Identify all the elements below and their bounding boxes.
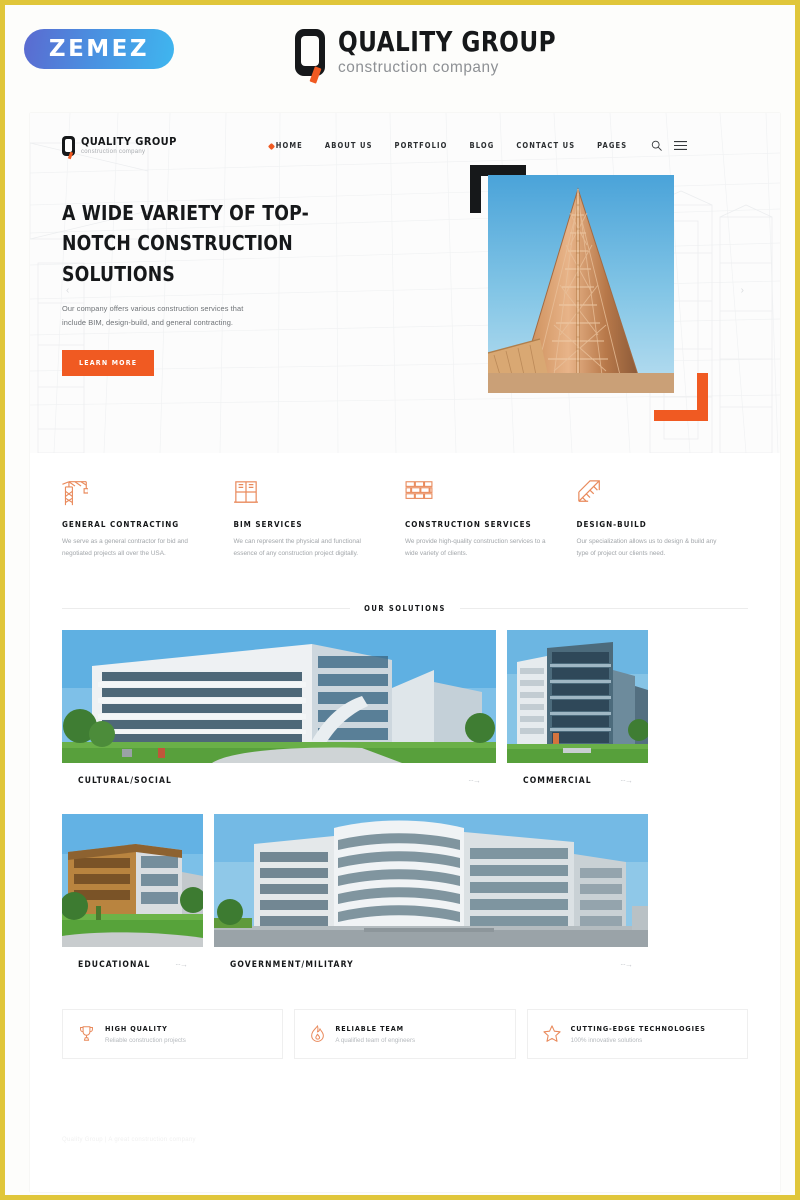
- feature-title: CUTTING-EDGE TECHNOLOGIES: [570, 1023, 706, 1033]
- brand-header: QUALITY GROUP construction company: [295, 25, 575, 84]
- navigation-bar: QUALITY GROUP construction company HOME …: [30, 113, 780, 160]
- hero-title: A WIDE VARIETY OF TOP-NOTCH CONSTRUCTION…: [62, 201, 309, 286]
- nav-logo[interactable]: QUALITY GROUP construction company: [62, 135, 177, 160]
- solution-card-commercial[interactable]: COMMERCIAL ···→: [507, 629, 648, 803]
- card-arrow-icon[interactable]: ···→: [620, 960, 633, 969]
- service-title: GENERAL CONTRACTING: [62, 520, 180, 529]
- website-preview: QUALITY GROUP construction company HOME …: [30, 113, 780, 1192]
- features-section: HIGH QUALITY Reliable construction proje…: [30, 1008, 780, 1059]
- learn-more-button[interactable]: LEARN MORE: [62, 349, 155, 376]
- service-item-bim-services[interactable]: BIM SERVICES We can represent the physic…: [233, 479, 406, 560]
- section-title: OUR SOLUTIONS: [364, 603, 446, 613]
- nav-item-home[interactable]: HOME: [269, 141, 303, 150]
- quality-group-logo-icon-small: [62, 136, 75, 160]
- solution-card-cultural-social[interactable]: CULTURAL/SOCIAL ···→: [62, 629, 496, 803]
- services-section: GENERAL CONTRACTING We serve as a genera…: [30, 467, 780, 560]
- trophy-icon: [80, 1026, 93, 1041]
- zemez-logo[interactable]: ZEMEZ: [24, 29, 174, 69]
- footer-text: Quality Group | A great construction com…: [62, 1136, 196, 1143]
- card-title: GOVERNMENT/MILITARY: [230, 959, 354, 970]
- nav-brand-name: QUALITY GROUP: [81, 135, 177, 148]
- service-text: We serve as a general contractor for bid…: [62, 538, 188, 557]
- service-title: BIM SERVICES: [233, 520, 303, 529]
- nav-item-pages[interactable]: PAGES: [597, 141, 627, 150]
- flame-icon: [311, 1025, 325, 1043]
- card-arrow-icon[interactable]: ···→: [175, 960, 188, 969]
- card-title: COMMERCIAL: [523, 775, 592, 786]
- card-photo: [62, 813, 203, 947]
- service-item-design-build[interactable]: DESIGN-BUILD Our specialization allows u…: [577, 479, 749, 560]
- card-photo: [62, 629, 496, 763]
- card-arrow-icon[interactable]: ···→: [620, 776, 633, 785]
- solutions-row-1: CULTURAL/SOCIAL ···→ COMMERCIAL ···→: [62, 629, 748, 803]
- nav-menu: HOME ABOUT US PORTFOLIO BLOG CONTACT US …: [269, 141, 627, 150]
- service-item-construction-services[interactable]: CONSTRUCTION SERVICES We provide high-qu…: [405, 479, 577, 560]
- card-photo: [214, 813, 648, 947]
- card-arrow-icon[interactable]: ···→: [468, 776, 481, 785]
- feature-item-reliable-team[interactable]: RELIABLE TEAM A qualified team of engine…: [294, 1008, 516, 1059]
- solution-card-educational[interactable]: EDUCATIONAL ···→: [62, 813, 203, 987]
- service-title: CONSTRUCTION SERVICES: [405, 520, 532, 529]
- nav-item-blog[interactable]: BLOG: [469, 141, 494, 150]
- solutions-grid: CULTURAL/SOCIAL ···→ COMMERCIAL ···→ EDU…: [30, 629, 780, 987]
- card-photo: [507, 629, 648, 763]
- service-text: Our specialization allows us to design &…: [576, 538, 717, 557]
- solutions-row-2: EDUCATIONAL ···→ GOVERNMENT/MILITARY ···…: [62, 813, 748, 987]
- blueprint-ruler-icon: [577, 480, 600, 502]
- feature-title: RELIABLE TEAM: [335, 1023, 404, 1033]
- footer: Quality Group | A great construction com…: [30, 1137, 780, 1143]
- feature-subtitle: 100% innovative solutions: [570, 1036, 643, 1044]
- school-building-photo: [62, 813, 203, 947]
- feature-item-high-quality[interactable]: HIGH QUALITY Reliable construction proje…: [62, 1008, 284, 1059]
- service-text: We provide high-quality construction ser…: [405, 538, 546, 557]
- window-frame-icon: [233, 481, 258, 503]
- divider-left: [62, 607, 351, 609]
- card-title: EDUCATIONAL: [78, 959, 151, 970]
- government-building-photo: [214, 813, 648, 947]
- brick-wall-icon: [405, 481, 433, 499]
- search-icon[interactable]: [651, 140, 662, 151]
- hero-subtitle: Our company offers various construction …: [62, 304, 244, 327]
- our-solutions-heading: OUR SOLUTIONS: [30, 604, 780, 613]
- feature-subtitle: Reliable construction projects: [105, 1036, 186, 1044]
- nav-icons: [651, 140, 688, 151]
- glass-office-tower-photo: [507, 629, 648, 763]
- service-item-general-contracting[interactable]: GENERAL CONTRACTING We serve as a genera…: [62, 479, 234, 560]
- feature-subtitle: A qualified team of engineers: [335, 1036, 416, 1044]
- star-icon: [543, 1025, 561, 1043]
- divider-right: [459, 607, 748, 609]
- nav-item-portfolio[interactable]: PORTFOLIO: [395, 141, 448, 150]
- hero-section: QUALITY GROUP construction company HOME …: [30, 113, 780, 453]
- service-text: We can represent the physical and functi…: [233, 538, 361, 557]
- top-bar: ZEMEZ QUALITY GROUP construction company: [5, 5, 795, 93]
- brand-name: QUALITY GROUP: [338, 25, 557, 58]
- hero-next-arrow[interactable]: ›: [741, 285, 744, 296]
- quality-group-logo-icon: [295, 29, 325, 84]
- hamburger-menu-icon[interactable]: [674, 140, 688, 151]
- hero-prev-arrow[interactable]: ‹: [66, 285, 69, 296]
- service-title: DESIGN-BUILD: [576, 520, 647, 529]
- modern-office-building-photo: [62, 629, 496, 763]
- nav-brand-tagline: construction company: [81, 149, 146, 155]
- nav-item-about-us[interactable]: ABOUT US: [325, 141, 373, 150]
- brand-tagline: construction company: [338, 59, 499, 77]
- feature-title: HIGH QUALITY: [105, 1023, 168, 1033]
- zemez-logo-text: ZEMEZ: [48, 36, 150, 62]
- feature-item-cutting-edge-technologies[interactable]: CUTTING-EDGE TECHNOLOGIES 100% innovativ…: [526, 1008, 748, 1059]
- solution-card-government-military[interactable]: GOVERNMENT/MILITARY ···→: [214, 813, 648, 987]
- nav-item-contact-us[interactable]: CONTACT US: [516, 141, 575, 150]
- crane-icon: [62, 481, 89, 506]
- card-title: CULTURAL/SOCIAL: [78, 775, 172, 786]
